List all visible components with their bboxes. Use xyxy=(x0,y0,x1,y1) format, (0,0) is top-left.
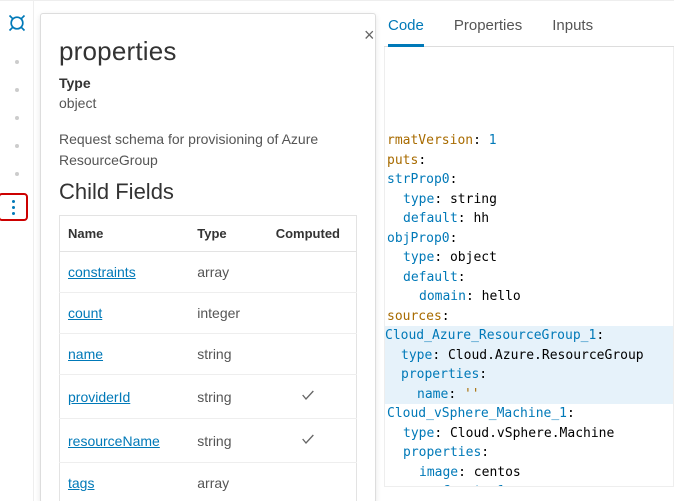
tab-properties[interactable]: Properties xyxy=(454,11,522,46)
gutter-dot xyxy=(15,60,19,64)
code-line: name: '' xyxy=(384,385,674,405)
canvas-gutter xyxy=(0,1,34,501)
schema-title: properties xyxy=(59,36,357,67)
field-type: integer xyxy=(189,293,259,334)
type-label: Type xyxy=(59,75,357,91)
table-row: name string xyxy=(60,334,357,375)
field-link[interactable]: providerId xyxy=(68,389,130,405)
code-line: cpuCount: 1 xyxy=(385,482,673,487)
schema-panel: properties Type object Request schema fo… xyxy=(40,13,376,501)
code-line: puts: xyxy=(385,151,673,171)
field-computed xyxy=(260,252,357,293)
check-icon xyxy=(300,390,316,406)
editor-tabs: Code Properties Inputs xyxy=(384,11,674,47)
gutter-dot xyxy=(15,172,19,176)
table-row: tags array xyxy=(60,463,357,501)
code-line: default: xyxy=(385,268,673,288)
code-line: default: hh xyxy=(385,209,673,229)
field-link[interactable]: count xyxy=(68,305,102,321)
type-value: object xyxy=(59,95,357,111)
tab-inputs[interactable]: Inputs xyxy=(552,11,593,46)
resource-icon[interactable] xyxy=(7,13,27,36)
child-fields-heading: Child Fields xyxy=(59,179,357,205)
field-link[interactable]: constraints xyxy=(68,264,136,280)
field-type: array xyxy=(189,463,259,501)
gutter-dot xyxy=(15,116,19,120)
field-link[interactable]: name xyxy=(68,346,103,362)
field-link[interactable]: resourceName xyxy=(68,433,160,449)
field-type: string xyxy=(189,375,259,419)
field-type: string xyxy=(189,334,259,375)
col-type: Type xyxy=(189,216,259,252)
gutter-dot xyxy=(15,88,19,92)
tab-code[interactable]: Code xyxy=(388,11,424,47)
field-computed xyxy=(260,334,357,375)
table-row: constraints array xyxy=(60,252,357,293)
code-line: type: object xyxy=(385,248,673,268)
code-line: type: Cloud.vSphere.Machine xyxy=(385,424,673,444)
kebab-icon xyxy=(12,200,15,215)
code-line: properties: xyxy=(384,365,674,385)
table-row: resourceName string xyxy=(60,419,357,463)
field-computed xyxy=(260,375,357,419)
code-line: type: Cloud.Azure.ResourceGroup xyxy=(384,346,674,366)
col-name: Name xyxy=(60,216,190,252)
check-icon xyxy=(300,434,316,450)
code-line: rmatVersion: 1 xyxy=(385,131,673,151)
col-computed: Computed xyxy=(260,216,357,252)
editor-pane: Code Properties Inputs rmatVersion: 1put… xyxy=(384,11,674,501)
field-computed xyxy=(260,463,357,501)
gutter-dot xyxy=(15,144,19,148)
code-line: Cloud_Azure_ResourceGroup_1: xyxy=(384,326,674,346)
code-line: strProp0: xyxy=(385,170,673,190)
code-line: domain: hello xyxy=(385,287,673,307)
code-editor[interactable]: rmatVersion: 1puts:strProp0:type: string… xyxy=(384,47,674,487)
code-line: properties: xyxy=(385,443,673,463)
code-line: image: centos xyxy=(385,463,673,483)
field-computed xyxy=(260,419,357,463)
child-fields-table: Name Type Computed constraintsarraycount… xyxy=(59,215,357,501)
code-line: Cloud_vSphere_Machine_1: xyxy=(385,404,673,424)
context-menu-button[interactable] xyxy=(0,193,28,221)
field-link[interactable]: tags xyxy=(68,475,94,491)
code-line: objProp0: xyxy=(385,229,673,249)
field-computed xyxy=(260,293,357,334)
table-row: count integer xyxy=(60,293,357,334)
table-row: providerId string xyxy=(60,375,357,419)
field-type: array xyxy=(189,252,259,293)
schema-description: Request schema for provisioning of Azure… xyxy=(59,129,357,171)
code-line: type: string xyxy=(385,190,673,210)
code-line: sources: xyxy=(385,307,673,327)
close-icon[interactable]: × xyxy=(364,25,375,46)
field-type: string xyxy=(189,419,259,463)
